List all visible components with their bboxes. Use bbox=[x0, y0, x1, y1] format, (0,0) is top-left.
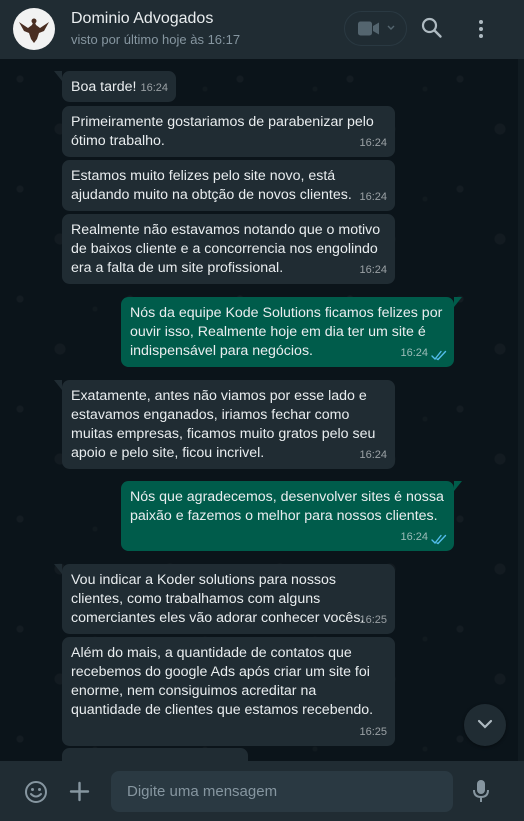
message-composer bbox=[0, 761, 524, 821]
bubble-tail bbox=[54, 380, 62, 390]
message-text: Estamos muito felizes pelo site novo, es… bbox=[71, 168, 352, 203]
search-icon[interactable] bbox=[421, 17, 443, 39]
message-bubble-outgoing[interactable]: Nós da equipe Kode Solutions ficamos fel… bbox=[121, 297, 454, 367]
emoji-icon[interactable] bbox=[24, 780, 48, 804]
message-bubble-incoming[interactable]: Estamos muito felizes pelo site novo, es… bbox=[62, 160, 395, 211]
message-bubble-incoming[interactable]: Vou indicar a Koder solutions para nosso… bbox=[62, 564, 395, 634]
message-time: 16:24 bbox=[400, 347, 428, 359]
message-bubble-incoming[interactable]: Exatamente, antes não viamos por esse la… bbox=[62, 380, 395, 469]
scroll-to-bottom-button[interactable] bbox=[464, 704, 506, 746]
plus-icon[interactable] bbox=[69, 781, 90, 802]
video-camera-icon bbox=[358, 21, 379, 36]
kebab-menu-icon[interactable] bbox=[477, 19, 485, 39]
video-call-button[interactable] bbox=[344, 11, 407, 46]
contact-avatar[interactable] bbox=[13, 8, 55, 50]
message-bubble-partial[interactable] bbox=[62, 748, 248, 761]
chat-header: Dominio Advogados visto por último hoje … bbox=[0, 0, 524, 59]
double-check-read-icon bbox=[431, 534, 447, 545]
message-list[interactable]: Boa tarde! 16:24 Primeiramente gostariam… bbox=[0, 59, 518, 761]
microphone-icon[interactable] bbox=[473, 779, 489, 804]
message-bubble-outgoing[interactable]: Nós que agradecemos, desenvolver sites é… bbox=[121, 481, 454, 551]
message-input[interactable] bbox=[111, 771, 453, 812]
message-text: Exatamente, antes não viamos por esse la… bbox=[71, 388, 376, 461]
chat-scrollbar[interactable] bbox=[518, 59, 524, 761]
last-seen-status: visto por último hoje às 16:17 bbox=[71, 32, 241, 47]
chevron-down-icon bbox=[477, 719, 493, 729]
chevron-down-icon bbox=[387, 25, 395, 30]
message-bubble-incoming[interactable]: Realmente não estavamos notando que o mo… bbox=[62, 214, 395, 284]
message-text: Nós que agradecemos, desenvolver sites é… bbox=[130, 489, 444, 524]
message-time: 16:24 bbox=[140, 82, 168, 94]
message-text: Vou indicar a Koder solutions para nosso… bbox=[71, 572, 365, 626]
bubble-tail bbox=[454, 297, 462, 307]
contact-name[interactable]: Dominio Advogados bbox=[71, 10, 213, 28]
message-bubble-incoming[interactable]: Primeiramente gostariamos de parabenizar… bbox=[62, 106, 395, 157]
double-check-read-icon bbox=[431, 350, 447, 361]
bubble-tail bbox=[454, 481, 462, 491]
eagle-logo-icon bbox=[19, 18, 49, 43]
message-time: 16:25 bbox=[359, 726, 387, 738]
bubble-tail bbox=[54, 71, 62, 81]
bubble-tail bbox=[54, 564, 62, 574]
message-text: Nós da equipe Kode Solutions ficamos fel… bbox=[130, 305, 443, 359]
message-time: 16:24 bbox=[359, 449, 387, 461]
message-bubble-incoming[interactable]: Além do mais, a quantidade de contatos q… bbox=[62, 637, 395, 746]
message-time: 16:24 bbox=[359, 137, 387, 149]
message-text: Primeiramente gostariamos de parabenizar… bbox=[71, 114, 374, 149]
message-time: 16:24 bbox=[400, 531, 428, 543]
message-text: Além do mais, a quantidade de contatos q… bbox=[71, 645, 374, 718]
message-time: 16:25 bbox=[359, 614, 387, 626]
message-text: Realmente não estavamos notando que o mo… bbox=[71, 222, 381, 276]
message-time: 16:24 bbox=[359, 264, 387, 276]
message-time: 16:24 bbox=[359, 191, 387, 203]
message-bubble-incoming[interactable]: Boa tarde! 16:24 bbox=[62, 71, 176, 102]
